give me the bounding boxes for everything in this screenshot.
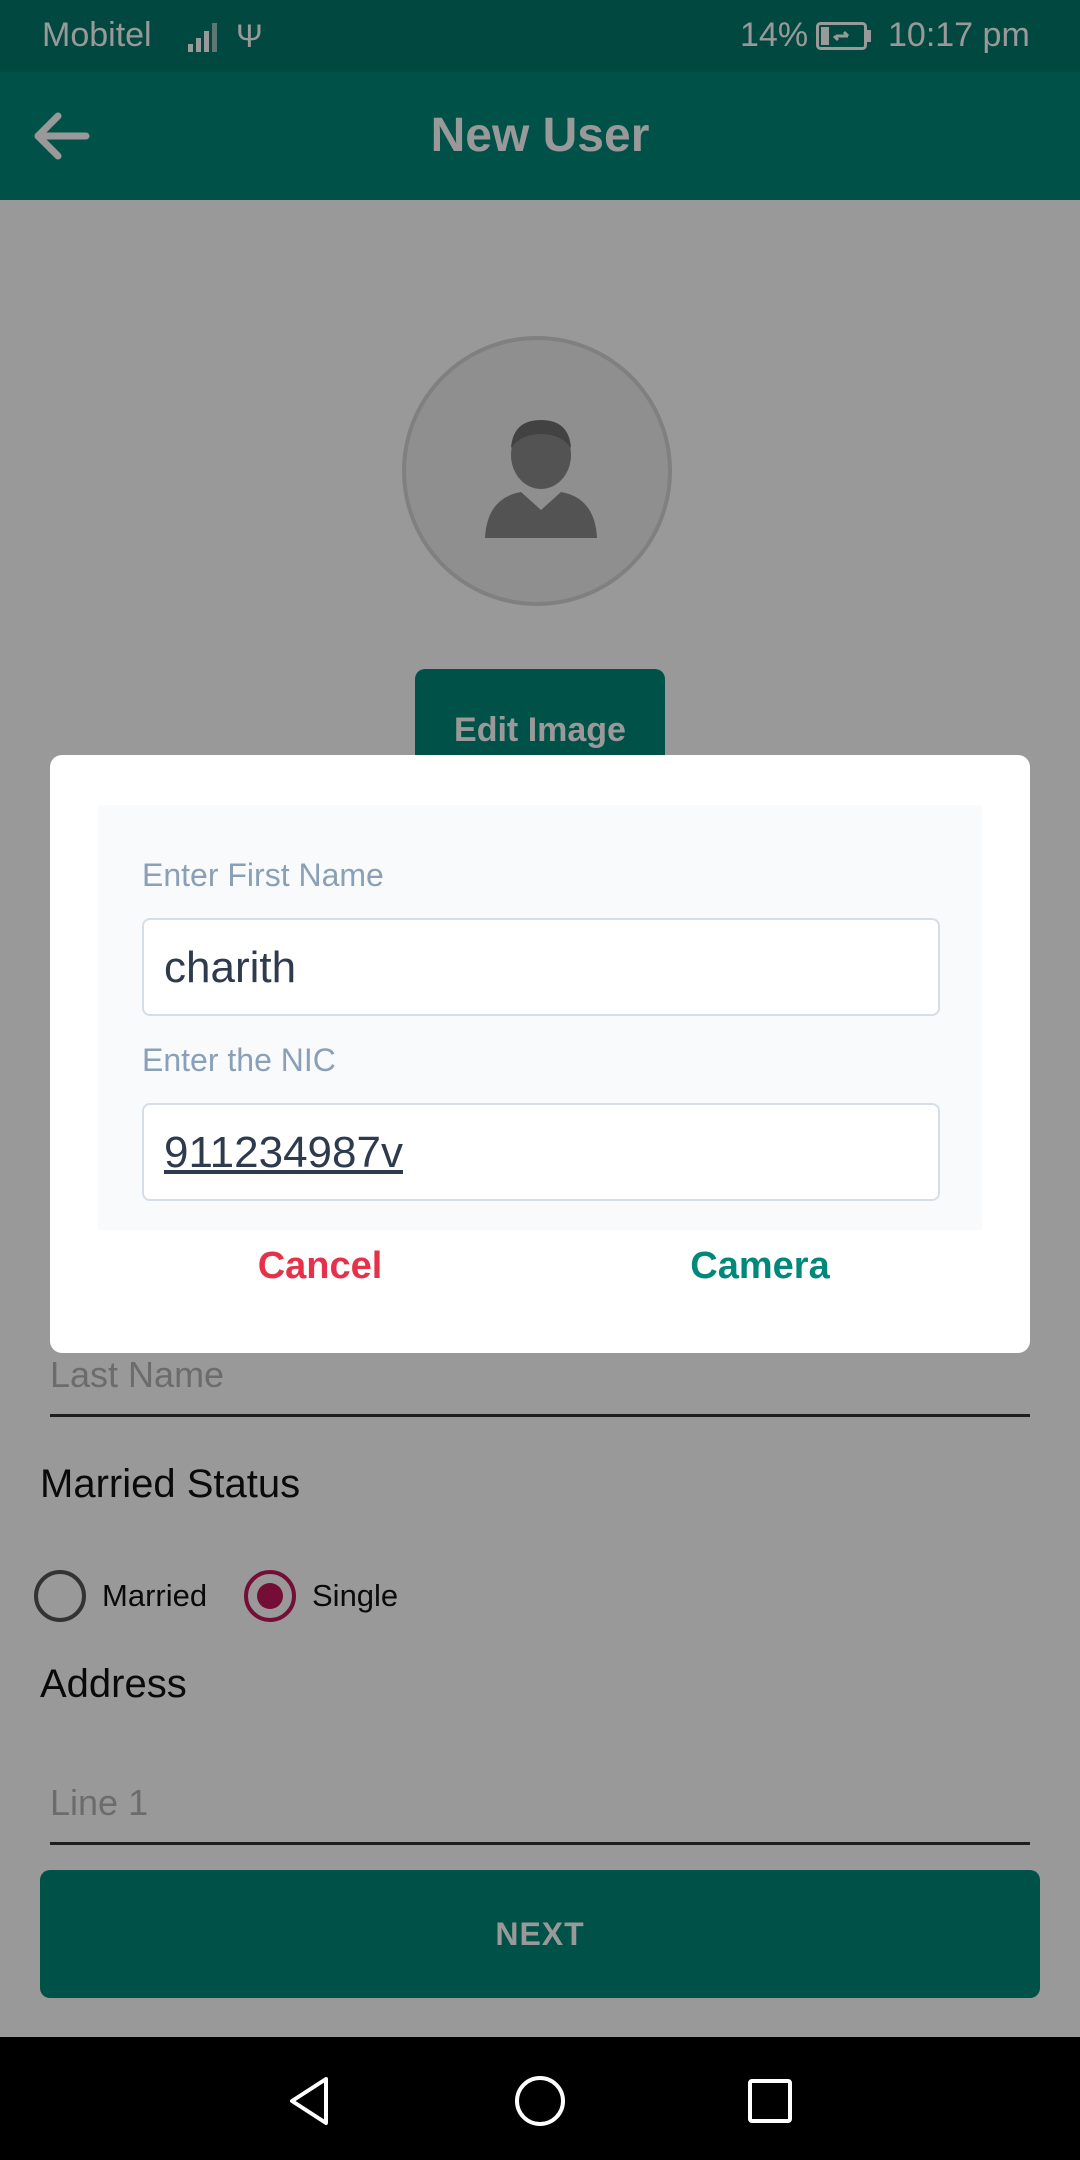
nic-input[interactable]: 911234987v (142, 1103, 940, 1201)
camera-button[interactable]: Camera (610, 1245, 910, 1288)
nav-back-icon[interactable] (282, 2073, 338, 2129)
first-name-input[interactable]: charith (142, 918, 940, 1016)
cancel-button[interactable]: Cancel (170, 1245, 470, 1288)
nic-label: Enter the NIC (142, 1042, 336, 1078)
nav-recents-icon[interactable] (742, 2073, 798, 2129)
navigation-bar (0, 2037, 1080, 2160)
nav-home-icon[interactable] (512, 2073, 568, 2129)
dialog: Enter First Name charith Enter the NIC 9… (50, 755, 1030, 1353)
screen: Mobitel Ψ 14% 10:17 pm New User Edit Ima… (0, 0, 1080, 2160)
first-name-label: Enter First Name (142, 857, 384, 893)
